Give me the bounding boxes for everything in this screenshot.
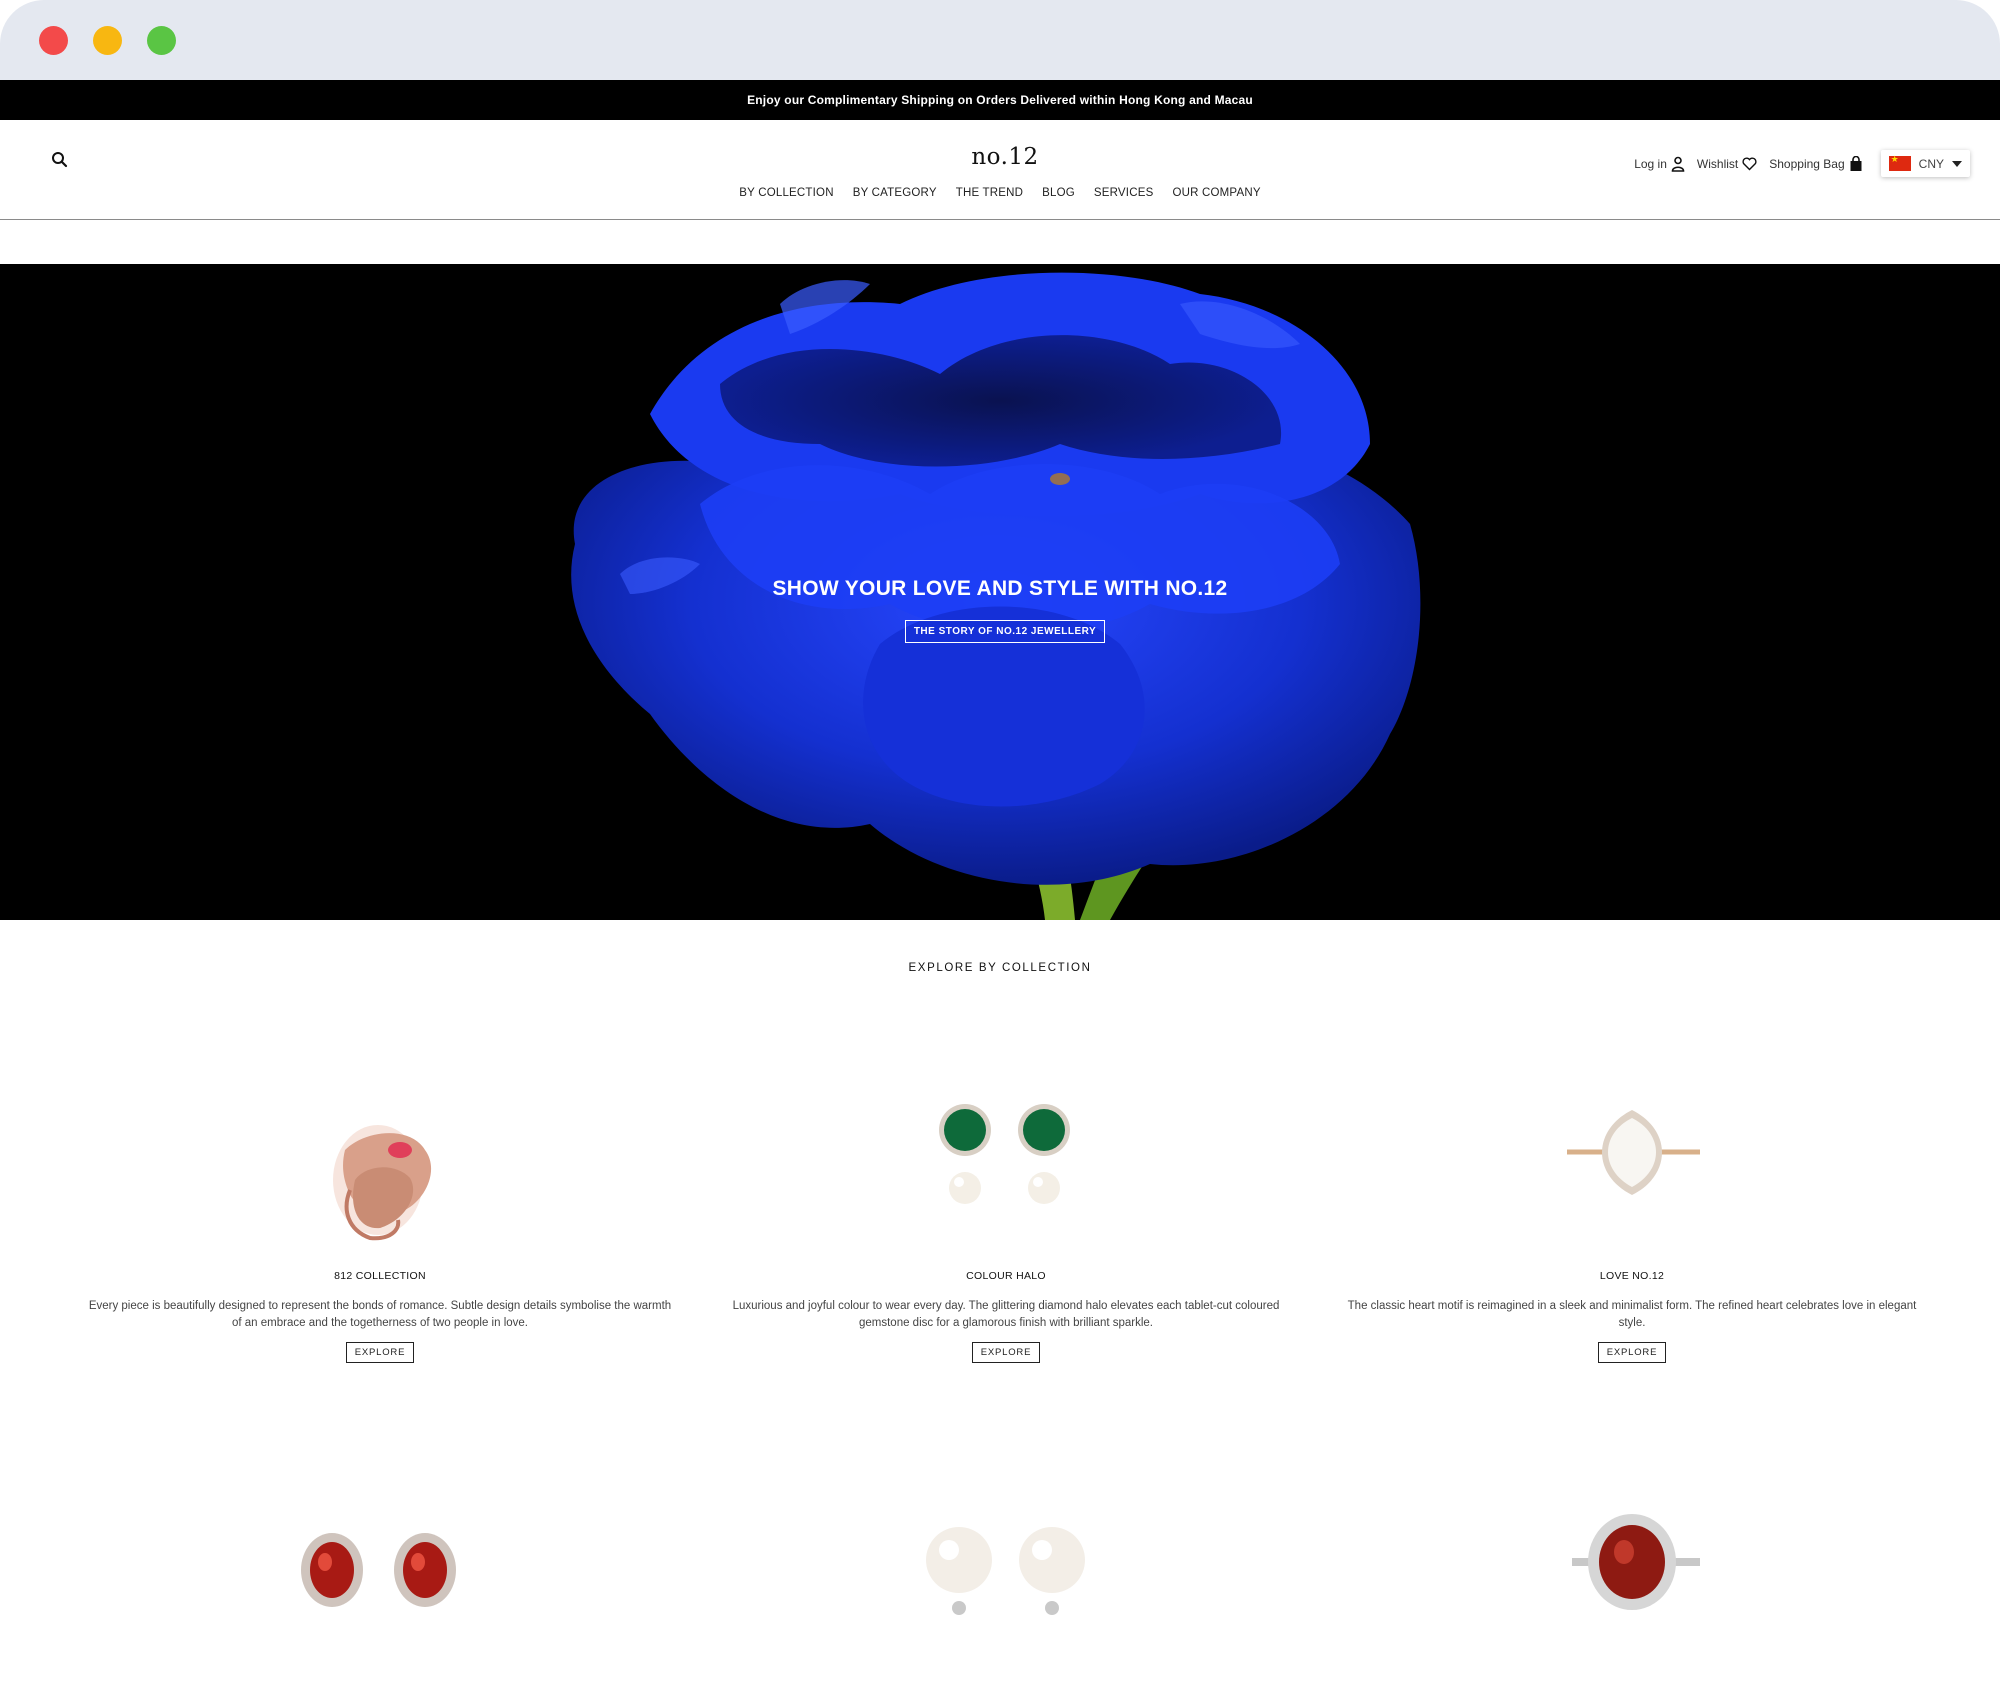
product-image-earrings[interactable] [706,1070,1306,1270]
utility-links: Log in Wishlist Shopping Bag CNY [1634,150,1970,177]
login-label: Log in [1634,156,1667,171]
announcement-text: Enjoy our Complimentary Shipping on Orde… [747,93,1253,107]
china-flag-icon [1888,154,1911,171]
nav-services[interactable]: SERVICES [1084,187,1163,199]
search-button[interactable] [50,150,70,170]
garnet-halo-ring-image [1572,1514,1700,1610]
collection-name: LOVE NO.12 [1599,1270,1665,1282]
minimize-window-button[interactable] [93,26,122,55]
product-image-heart-ring[interactable] [1332,1070,1932,1270]
product-image-garnet-ring[interactable] [1332,1500,1932,1650]
currency-selector[interactable]: CNY [1881,150,1970,177]
hero-title: SHOW YOUR LOVE AND STYLE WITH NO.12 [772,577,1228,600]
section-title: EXPLORE BY COLLECTION [908,962,1092,974]
wishlist-link[interactable]: Wishlist [1697,157,1757,171]
user-icon [1671,156,1685,172]
browser-chrome [0,0,2000,80]
close-window-button[interactable] [39,26,68,55]
shopping-bag-label: Shopping Bag [1769,156,1845,171]
explore-button[interactable]: EXPLORE [1597,1342,1667,1363]
pearl-drop-earrings-image [926,1527,1085,1615]
explore-button[interactable]: EXPLORE [345,1342,415,1363]
caret-down-icon [1952,160,1962,167]
product-image-garnet-earrings[interactable] [80,1500,680,1650]
collection-description: The classic heart motif is reimagined in… [1347,1300,1917,1329]
rose-gold-snake-ring-image [333,1125,432,1241]
wishlist-label: Wishlist [1696,156,1739,171]
mother-of-pearl-heart-ring-image [1567,1110,1700,1195]
hero-story-button[interactable]: THE STORY OF NO.12 JEWELLERY [905,620,1105,643]
hero-banner: SHOW YOUR LOVE AND STYLE WITH NO.12 THE … [0,264,2000,920]
main-nav: BY COLLECTION BY CATEGORY THE TREND BLOG… [0,187,2000,199]
garnet-stud-earrings-image [301,1533,456,1607]
shopping-bag-icon [1850,155,1862,171]
site-logo[interactable]: no.12 [950,144,1060,170]
product-image-ring[interactable] [80,1070,680,1270]
shopping-bag-link[interactable]: Shopping Bag [1769,155,1862,172]
explore-button[interactable]: EXPLORE [971,1342,1041,1363]
collection-name: 812 COLLECTION [334,1270,426,1282]
collection-description: Luxurious and joyful colour to wear ever… [732,1300,1280,1329]
collection-card-colour-halo: COLOUR HALO Luxurious and joyful colour … [706,1070,1306,1363]
nav-blog[interactable]: BLOG [1033,187,1085,199]
collection-card-812: 812 COLLECTION Every piece is beautifull… [80,1070,680,1363]
collection-card-love-no12: LOVE NO.12 The classic heart motif is re… [1332,1070,1932,1363]
nav-by-category[interactable]: BY CATEGORY [843,187,946,199]
nav-the-trend[interactable]: THE TREND [946,187,1032,199]
collection-description: Every piece is beautifully designed to r… [88,1300,672,1329]
maximize-window-button[interactable] [147,26,176,55]
heart-icon [1742,157,1757,170]
nav-by-collection[interactable]: BY COLLECTION [730,187,843,199]
collection-name: COLOUR HALO [966,1270,1046,1282]
currency-label: CNY [1918,156,1944,171]
site-header: no.12 BY COLLECTION BY CATEGORY THE TREN… [0,120,2000,220]
malachite-pearl-earrings-image [939,1104,1070,1204]
search-icon [52,152,68,168]
login-link[interactable]: Log in [1634,156,1685,172]
nav-our-company[interactable]: OUR COMPANY [1163,187,1270,199]
announcement-bar: Enjoy our Complimentary Shipping on Orde… [0,80,2000,120]
product-image-pearl-earrings[interactable] [706,1500,1306,1650]
